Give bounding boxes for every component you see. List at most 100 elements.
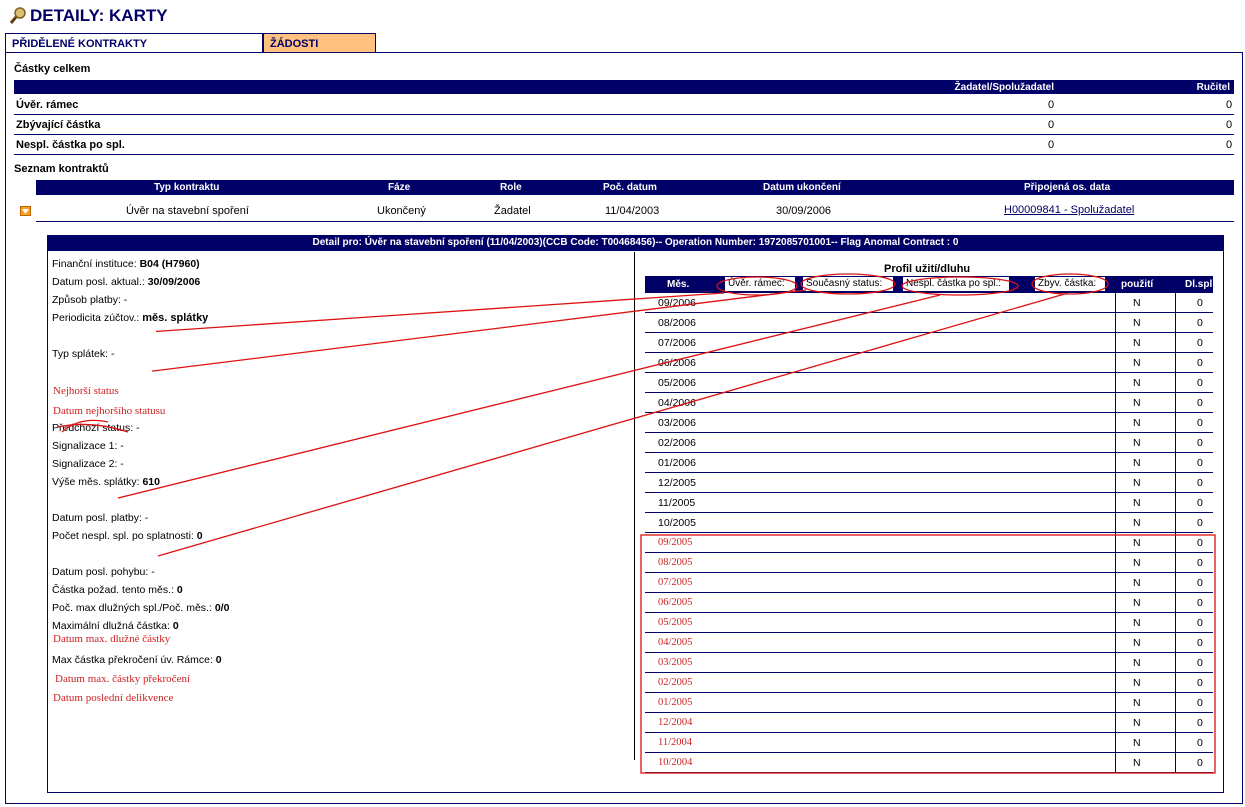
profile-dl: 0	[1197, 377, 1203, 389]
profile-dl: 0	[1197, 337, 1203, 349]
field-max-overlimit-date: Datum max. částky překročení	[55, 673, 191, 685]
field-max-debt-date: Datum max. dlužné částky	[53, 633, 171, 645]
field-last-move: Datum posl. pohybu: -	[52, 566, 155, 578]
profile-month: 09/2006	[658, 297, 696, 309]
magnifier-icon	[9, 7, 26, 24]
profile-used: N	[1133, 417, 1141, 429]
profile-header: Měs. Úvěr. rámec: Současný status: Nespl…	[645, 276, 1213, 293]
totals-guarantor: 0	[1226, 119, 1233, 131]
profile-month: 04/2005	[658, 637, 693, 648]
profile-month: 04/2006	[658, 397, 696, 409]
profile-row: 04/2005 N 0	[645, 633, 1213, 653]
totals-label: Zbývající částka	[16, 119, 101, 131]
profile-used: N	[1133, 517, 1141, 529]
profile-row: 04/2006 N 0	[645, 393, 1213, 413]
col-guarantor: Ručitel	[1196, 82, 1230, 93]
profile-dl: 0	[1197, 577, 1203, 589]
field-requested-amount: Částka požad. tento měs.: 0	[52, 584, 183, 596]
profile-month: 05/2005	[658, 617, 693, 628]
field-periodicity: Periodicita zúčtov.: měs. splátky	[52, 312, 209, 324]
profile-row: 02/2006 N 0	[645, 433, 1213, 453]
profile-used: N	[1133, 297, 1141, 309]
profile-dl: 0	[1197, 717, 1203, 729]
profile-row: 08/2005 N 0	[645, 553, 1213, 573]
profile-used: N	[1133, 557, 1141, 569]
profile-month: 07/2005	[658, 577, 693, 588]
profile-row: 09/2006 N 0	[645, 293, 1213, 313]
field-signal-2: Signalizace 2: -	[52, 458, 124, 470]
profile-used: N	[1133, 457, 1141, 469]
tab-assigned-contracts[interactable]: PŘIDĚLENÉ KONTRAKTY	[5, 33, 263, 53]
contract-phase: Ukončený	[377, 205, 426, 217]
col-end: Datum ukončení	[763, 182, 841, 193]
totals-applicant: 0	[1048, 139, 1055, 151]
totals-row: Úvěr. rámec 0 0	[14, 95, 1234, 115]
profile-dl: 0	[1197, 317, 1203, 329]
tab-requests[interactable]: ŽÁDOSTI	[263, 33, 376, 53]
field-institution: Finanční instituce: B04 (H7960)	[52, 258, 200, 270]
field-worst-status-date: Datum nejhoršího statusu	[53, 405, 166, 417]
col-role: Role	[500, 182, 522, 193]
field-last-delinquency: Datum poslední delikvence	[53, 692, 174, 704]
totals-guarantor: 0	[1226, 99, 1233, 111]
field-installment-type: Typ splátek: -	[52, 348, 115, 360]
profile-row: 05/2006 N 0	[645, 373, 1213, 393]
contracts-heading: Seznam kontraktů	[14, 163, 109, 175]
contract-start: 11/04/2003	[605, 205, 660, 217]
totals-row: Nespl. částka po spl. 0 0	[14, 135, 1234, 155]
col-unpaid: Nespl. částka po spl.:	[903, 277, 1009, 291]
profile-dl: 0	[1197, 597, 1203, 609]
profile-used: N	[1133, 497, 1141, 509]
col-linked: Připojená os. data	[1024, 182, 1111, 193]
col-limit: Úvěr. rámec:	[725, 277, 795, 291]
profile-month: 08/2005	[658, 557, 693, 568]
profile-dl: 0	[1197, 397, 1203, 409]
profile-row: 02/2005 N 0	[645, 673, 1213, 693]
profile-month: 06/2005	[658, 597, 693, 608]
profile-row: 01/2005 N 0	[645, 693, 1213, 713]
profile-row: 03/2005 N 0	[645, 653, 1213, 673]
profile-dl: 0	[1197, 617, 1203, 629]
contract-end: 30/09/2006	[776, 205, 832, 217]
profile-row: 09/2005 N 0	[645, 533, 1213, 553]
field-prev-status: Předchozí status: -	[52, 422, 140, 434]
totals-row: Zbývající částka 0 0	[14, 115, 1234, 135]
field-worst-status: Nejhorší status	[53, 385, 119, 397]
col-status: Současný status:	[803, 277, 893, 291]
field-last-payment: Datum posl. platby: -	[52, 512, 149, 524]
profile-month: 09/2005	[658, 537, 693, 548]
profile-dl: 0	[1197, 517, 1203, 529]
profile-month: 06/2006	[658, 357, 696, 369]
profile-dl: 0	[1197, 737, 1203, 749]
detail-divider	[634, 252, 635, 760]
profile-month: 01/2005	[658, 697, 693, 708]
profile-row: 12/2005 N 0	[645, 473, 1213, 493]
col-used: použití	[1121, 279, 1154, 290]
contract-role: Žadatel	[494, 205, 531, 217]
profile-row: 11/2004 N 0	[645, 733, 1213, 753]
triangle-down-icon	[22, 209, 29, 214]
profile-row: 06/2006 N 0	[645, 353, 1213, 373]
field-unpaid-count: Počet nespl. spl. po splatnosti: 0	[52, 530, 203, 542]
profile-dl: 0	[1197, 697, 1203, 709]
profile-month: 12/2005	[658, 477, 696, 489]
profile-dl: 0	[1197, 677, 1203, 689]
profile-used: N	[1133, 677, 1141, 689]
profile-used: N	[1133, 657, 1141, 669]
profile-row: 08/2006 N 0	[645, 313, 1213, 333]
profile-used: N	[1133, 577, 1141, 589]
totals-label: Nespl. částka po spl.	[16, 139, 125, 151]
linked-person-link[interactable]: H00009841 - Spolužadatel	[1004, 204, 1134, 216]
profile-month: 03/2006	[658, 417, 696, 429]
profile-dl: 0	[1197, 557, 1203, 569]
profile-dl: 0	[1197, 637, 1203, 649]
profile-row: 03/2006 N 0	[645, 413, 1213, 433]
profile-dl: 0	[1197, 497, 1203, 509]
profile-used: N	[1133, 337, 1141, 349]
profile-row: 06/2005 N 0	[645, 593, 1213, 613]
profile-row: 10/2005 N 0	[645, 513, 1213, 533]
profile-month: 02/2006	[658, 437, 696, 449]
expand-toggle[interactable]	[20, 206, 31, 216]
profile-month: 11/2005	[658, 497, 696, 509]
totals-applicant: 0	[1048, 99, 1055, 111]
